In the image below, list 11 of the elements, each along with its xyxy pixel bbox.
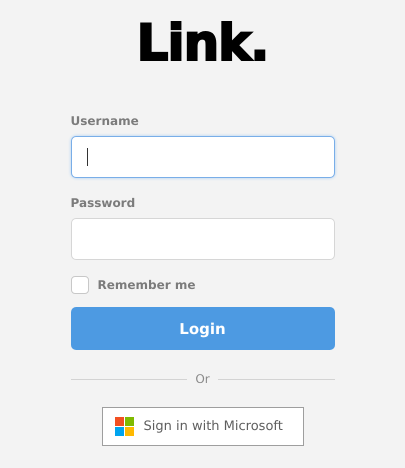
remember-checkbox[interactable] xyxy=(70,276,88,294)
text-cursor xyxy=(86,148,88,166)
field-label: Username xyxy=(70,114,140,129)
divider-text: Or xyxy=(195,372,210,386)
input-field[interactable] xyxy=(70,136,334,178)
logo: Link. xyxy=(136,13,268,74)
input-field[interactable] xyxy=(70,218,334,260)
microsoft-logo-icon xyxy=(114,417,134,436)
microsoft-sign-in-button[interactable]: Sign in with Microsoft xyxy=(102,407,304,446)
checkbox-label: Remember me xyxy=(98,278,196,292)
field-label: Password xyxy=(70,196,136,211)
